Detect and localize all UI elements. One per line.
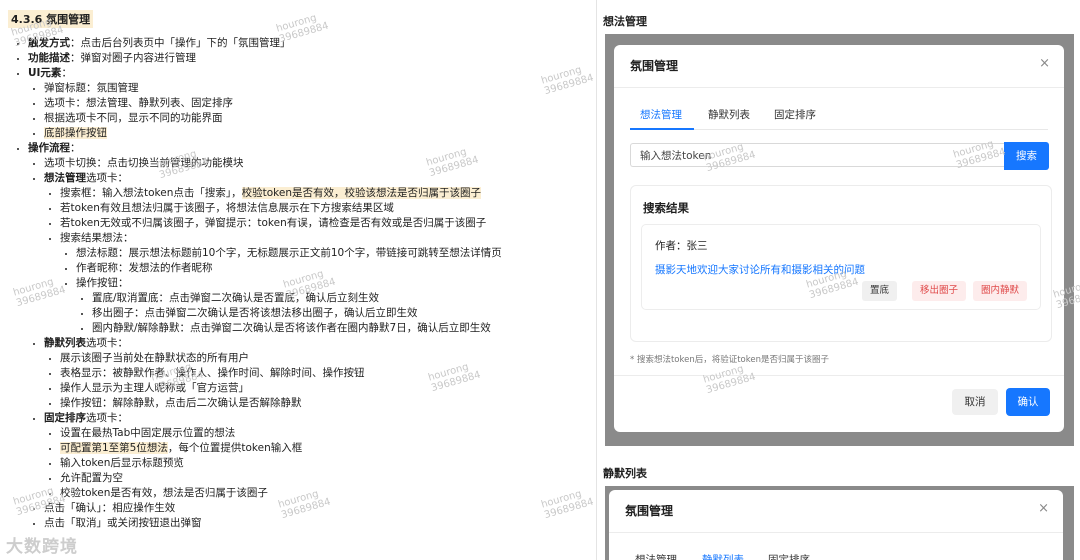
cancel-button[interactable]: 取消	[952, 389, 998, 415]
modal-tabs: 想法管理 静默列表 固定排序	[630, 107, 1048, 130]
modal-header-divider	[614, 87, 1064, 88]
list-item: 作者昵称：发想法的作者昵称	[76, 261, 596, 276]
corner-logo: 大数跨境	[6, 537, 78, 557]
list-item: 可配置第1至第5位想法，每个位置提供token输入框	[60, 441, 596, 456]
confirm-button[interactable]: 确认	[1006, 388, 1050, 416]
list-item: 操作流程： 选项卡切换：点击切换当前管理的功能模块 想法管理选项卡： 搜索框：输…	[28, 141, 596, 531]
active-tab-indicator	[630, 128, 694, 130]
list-item: 想法标题：展示想法标题前10个字，无标题展示正文前10个字，带链接可跳转至想法详…	[76, 246, 596, 261]
close-icon[interactable]: ×	[1038, 501, 1049, 516]
tab-silent-list[interactable]: 静默列表	[708, 107, 750, 122]
search-results-panel: 搜索结果 作者：张三 摄影天地欢迎大家讨论所有和摄影相关的问题 置底 移出圈子 …	[630, 185, 1052, 342]
author-name: 作者：张三	[655, 240, 708, 252]
list-item: 弹窗标题：氛围管理	[44, 81, 596, 96]
list-item: 静默列表选项卡： 展示该圈子当前处在静默状态的所有用户 表格显示：被静默作者、操…	[44, 336, 596, 411]
circle-mute-button[interactable]: 圈内静默	[973, 281, 1028, 301]
list-item: 若token无效或不归属该圈子，弹窗提示：token有误，请检查是否有效或是否归…	[60, 216, 596, 231]
list-item: 搜索框：输入想法token点击「搜索」，校验token是否有效，校验该想法是否归…	[60, 186, 596, 201]
atmosphere-modal: 氛围管理 × 想法管理 静默列表 固定排序 输入想法token 搜索 搜索结果 …	[614, 45, 1064, 432]
tab-fixed-order[interactable]: 固定排序	[774, 107, 816, 122]
list-item: 选项卡切换：点击切换当前管理的功能模块	[44, 156, 596, 171]
list-item: 允许配置为空	[60, 471, 596, 486]
list-item: 根据选项卡不同，显示不同的功能界面	[44, 111, 596, 126]
search-results-title: 搜索结果	[643, 201, 689, 215]
list-item: 移出圈子：点击弹窗二次确认是否将该想法移出圈子，确认后立即生效	[92, 306, 596, 321]
tab-fixed-order[interactable]: 固定排序	[768, 552, 810, 560]
list-item: 设置在最热Tab中固定展示位置的想法	[60, 426, 596, 441]
modal-title: 氛围管理	[625, 504, 674, 518]
list-item: 想法管理选项卡： 搜索框：输入想法token点击「搜索」，校验token是否有效…	[44, 171, 596, 336]
list-item: 置底/取消置底：点击弹窗二次确认是否置底，确认后立刻生效	[92, 291, 596, 306]
tab-idea-management[interactable]: 想法管理	[635, 552, 677, 560]
list-item: 展示该圈子当前处在静默状态的所有用户	[60, 351, 596, 366]
modal-footer-divider	[614, 375, 1064, 376]
list-item: 触发方式：点击后台列表页中「操作」下的「氛围管理」	[28, 36, 596, 51]
tab-silent-list[interactable]: 静默列表	[702, 552, 744, 560]
list-item: 底部操作按钮	[44, 126, 596, 141]
list-item: 点击「取消」或关闭按钮退出弹窗	[44, 516, 596, 531]
modal-title: 氛围管理	[630, 59, 679, 73]
modal-header-divider	[609, 532, 1063, 533]
atmosphere-modal-2: 氛围管理 × 想法管理 静默列表 固定排序	[609, 490, 1063, 560]
search-button[interactable]: 搜索	[1004, 142, 1049, 170]
list-item: 若token有效且想法归属于该圈子，将想法信息展示在下方搜索结果区域	[60, 201, 596, 216]
mockup-panel: 想法管理 氛围管理 × 想法管理 静默列表 固定排序 输入想法token 搜索 …	[597, 0, 1080, 560]
list-item: 圈内静默/解除静默：点击弹窗二次确认是否将该作者在圈内静默7日，确认后立即生效	[92, 321, 596, 336]
close-icon[interactable]: ×	[1039, 56, 1050, 71]
list-item: 输入token后显示标题预览	[60, 456, 596, 471]
list-item: 操作人显示为主理人昵称或「官方运营」	[60, 381, 596, 396]
token-search-input[interactable]: 输入想法token	[630, 143, 1004, 167]
tab-idea-management[interactable]: 想法管理	[640, 107, 682, 122]
silent-section-title: 静默列表	[603, 467, 647, 480]
list-item: UI元素： 弹窗标题：氛围管理 选项卡：想法管理、静默列表、固定排序 根据选项卡…	[28, 66, 596, 141]
list-item: 选项卡：想法管理、静默列表、固定排序	[44, 96, 596, 111]
list-item: 功能描述：弹窗对圈子内容进行管理	[28, 51, 596, 66]
prd-document: 4.3.6 氛围管理 触发方式：点击后台列表页中「操作」下的「氛围管理」 功能描…	[0, 0, 596, 560]
list-item: 操作按钮：解除静默，点击后二次确认是否解除静默	[60, 396, 596, 411]
idea-section-title: 想法管理	[603, 15, 647, 28]
pin-bottom-button[interactable]: 置底	[862, 281, 898, 301]
token-note: * 搜索想法token后，将验证token是否归属于该圈子	[630, 355, 829, 365]
list-item: 表格显示：被静默作者、操作人、操作时间、解除时间、操作按钮	[60, 366, 596, 381]
remove-from-circle-button[interactable]: 移出圈子	[912, 281, 967, 301]
idea-result-card: 作者：张三 摄影天地欢迎大家讨论所有和摄影相关的问题 置底 移出圈子 圈内静默	[641, 224, 1041, 310]
